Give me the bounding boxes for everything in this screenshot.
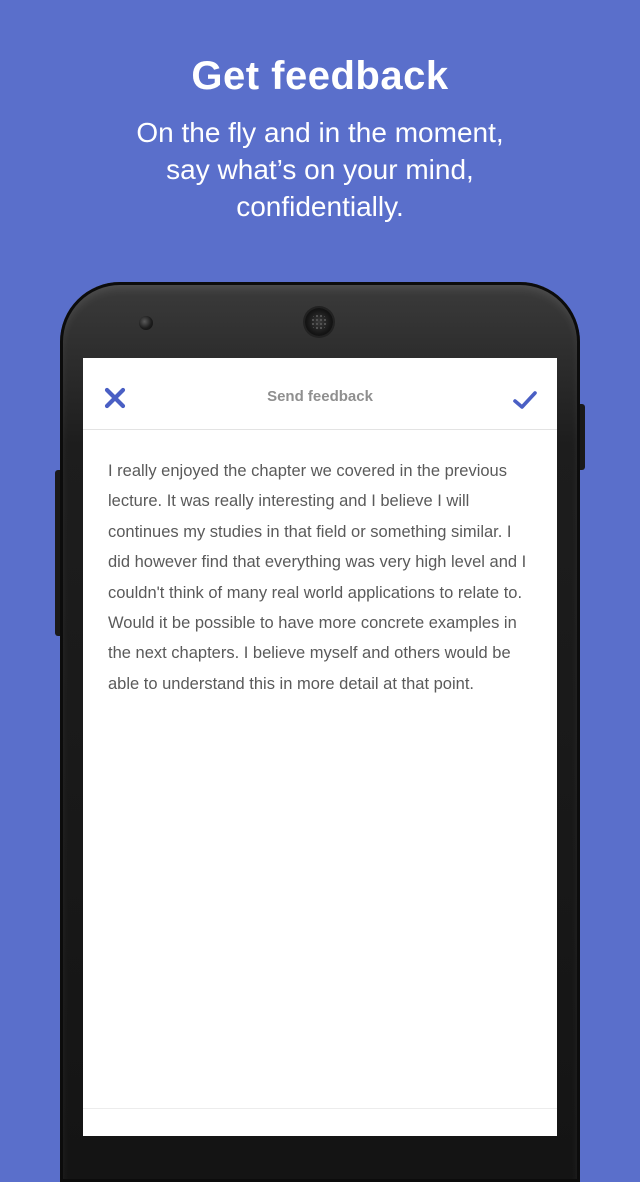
send-button[interactable] [511, 386, 539, 414]
hero-subtitle-line: say what’s on your mind, [166, 154, 474, 185]
divider [83, 1108, 557, 1109]
feedback-text-area[interactable]: I really enjoyed the chapter we covered … [108, 456, 534, 699]
hero-title: Get feedback [191, 54, 449, 98]
front-camera [139, 316, 153, 330]
phone-screen: Send feedback I really enjoyed the chapt… [83, 358, 557, 1136]
app-bar-title: Send feedback [267, 388, 373, 405]
earpiece-speaker [305, 308, 333, 336]
hero-subtitle: On the fly and in the moment, say what’s… [60, 114, 580, 225]
hero-subtitle-line: confidentially. [236, 191, 404, 222]
checkmark-icon [513, 391, 537, 409]
hero-subtitle-line: On the fly and in the moment, [136, 117, 504, 148]
app-bar: Send feedback [83, 358, 557, 430]
